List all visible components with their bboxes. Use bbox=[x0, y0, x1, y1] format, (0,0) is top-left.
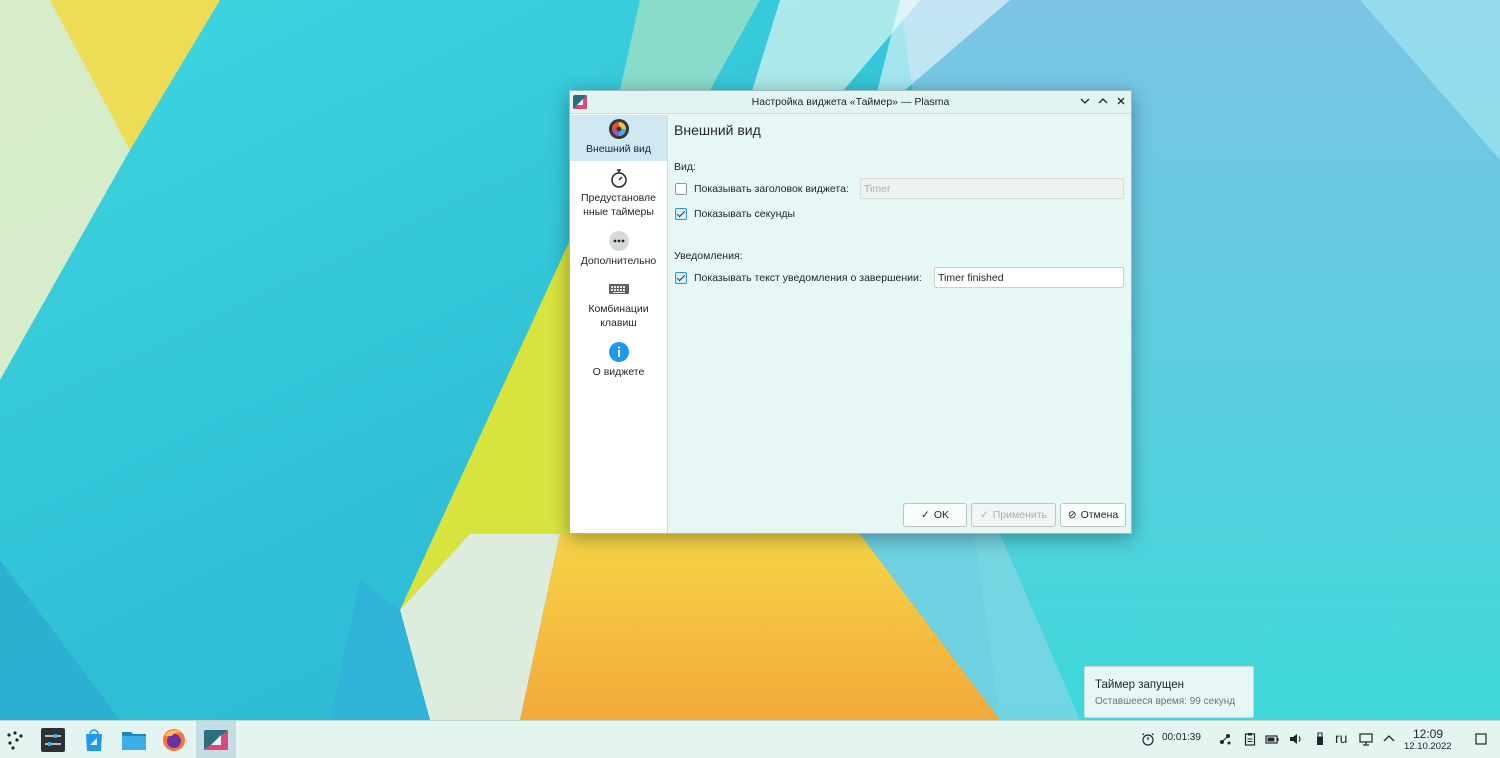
show-notification-checkbox[interactable] bbox=[675, 272, 687, 284]
apply-button[interactable]: ✓ Применить bbox=[971, 503, 1056, 527]
network-icon[interactable] bbox=[1359, 732, 1373, 746]
app-launcher-icon[interactable] bbox=[4, 727, 26, 753]
cancel-button[interactable]: ⊘ Отмена bbox=[1060, 503, 1126, 527]
show-seconds-checkbox[interactable] bbox=[675, 208, 687, 220]
notification-text-value: Timer finished bbox=[938, 272, 1004, 284]
more-icon bbox=[608, 231, 629, 251]
sidebar-item-appearance[interactable]: Внешний вид bbox=[570, 115, 667, 161]
ok-label: OK bbox=[933, 509, 949, 521]
timer-value[interactable]: 00:01:39 bbox=[1162, 732, 1201, 743]
title-placeholder: Timer bbox=[864, 183, 891, 195]
timer-icon[interactable] bbox=[1141, 732, 1155, 746]
close-icon bbox=[1117, 97, 1125, 105]
cancel-label: Отмена bbox=[1080, 509, 1119, 521]
appearance-icon bbox=[608, 119, 629, 139]
check-icon: ✓ bbox=[979, 509, 989, 521]
close-button[interactable] bbox=[1113, 94, 1129, 110]
maximize-button[interactable] bbox=[1095, 94, 1111, 110]
sidebar-item-presets[interactable]: Предустановле нные таймеры bbox=[570, 167, 667, 219]
settings-content: Внешний вид Вид: Показывать заголовок ви… bbox=[668, 114, 1131, 533]
sidebar-item-label: Предустановле нные таймеры bbox=[581, 192, 656, 218]
notification-title: Таймер запущен bbox=[1095, 679, 1184, 691]
show-title-checkbox[interactable] bbox=[675, 183, 687, 195]
settings-sidebar: Внешний вид Предустановле нные таймеры Д… bbox=[570, 114, 668, 533]
cancel-icon: ⊘ bbox=[1067, 509, 1077, 521]
sidebar-item-about[interactable]: О виджете bbox=[570, 341, 667, 379]
plasma-settings-icon[interactable] bbox=[203, 727, 229, 753]
check-icon: ✓ bbox=[921, 509, 930, 521]
sidebar-item-label: Внешний вид bbox=[585, 143, 652, 155]
sidebar-item-label: О виджете bbox=[592, 366, 645, 378]
kde-connect-icon[interactable] bbox=[1218, 732, 1232, 746]
view-group-label: Вид: bbox=[674, 161, 696, 173]
notification-body: Оставшееся время: 99 секунд bbox=[1095, 696, 1236, 707]
sidebar-item-label: Комбинации клавиш bbox=[588, 303, 649, 329]
taskbar: 00:01:39 ru 12:09 12.10.2022 bbox=[0, 720, 1500, 758]
timer-notification[interactable]: Таймер запущен Оставшееся время: 99 секу… bbox=[1084, 666, 1254, 718]
volume-icon[interactable] bbox=[1289, 732, 1303, 746]
chevron-down-icon bbox=[1080, 98, 1090, 104]
chevron-up-icon[interactable] bbox=[1382, 732, 1396, 746]
chevron-up-icon bbox=[1098, 98, 1108, 104]
keyboard-icon bbox=[608, 284, 629, 294]
battery-icon[interactable] bbox=[1265, 732, 1279, 746]
sidebar-item-shortcuts[interactable]: Комбинации клавиш bbox=[570, 278, 667, 330]
system-settings-icon[interactable] bbox=[40, 727, 66, 753]
keyboard-layout[interactable]: ru bbox=[1335, 730, 1347, 746]
apply-label: Применить bbox=[992, 509, 1048, 521]
widget-settings-dialog: Настройка виджета «Таймер» — Plasma Внеш… bbox=[569, 90, 1132, 534]
ok-button[interactable]: ✓ OK bbox=[903, 503, 967, 527]
show-notification-label: Показывать текст уведомления о завершени… bbox=[694, 272, 922, 284]
show-desktop-icon[interactable] bbox=[1474, 732, 1488, 746]
page-title: Внешний вид bbox=[674, 122, 761, 138]
info-icon bbox=[608, 342, 629, 362]
clock-date[interactable]: 12.10.2022 bbox=[1404, 741, 1452, 752]
dialog-title: Настройка виджета «Таймер» — Plasma bbox=[751, 96, 950, 108]
clipboard-icon[interactable] bbox=[1243, 732, 1257, 746]
clock-time[interactable]: 12:09 bbox=[1413, 727, 1443, 741]
sidebar-item-label: Дополнительно bbox=[580, 255, 657, 267]
sidebar-item-advanced[interactable]: Дополнительно bbox=[570, 230, 667, 268]
stopwatch-icon bbox=[610, 169, 627, 188]
title-field[interactable]: Timer bbox=[860, 178, 1124, 199]
show-seconds-label: Показывать секунды bbox=[694, 208, 796, 220]
firefox-icon[interactable] bbox=[161, 727, 187, 753]
show-title-label: Показывать заголовок виджета: bbox=[694, 183, 849, 195]
minimize-button[interactable] bbox=[1077, 94, 1093, 110]
dialog-titlebar[interactable]: Настройка виджета «Таймер» — Plasma bbox=[570, 91, 1131, 114]
usb-device-icon[interactable] bbox=[1313, 732, 1327, 746]
file-manager-icon[interactable] bbox=[121, 727, 147, 753]
notifications-group-label: Уведомления: bbox=[674, 250, 743, 262]
notification-text-field[interactable]: Timer finished bbox=[934, 267, 1124, 288]
discover-icon[interactable] bbox=[81, 727, 107, 753]
